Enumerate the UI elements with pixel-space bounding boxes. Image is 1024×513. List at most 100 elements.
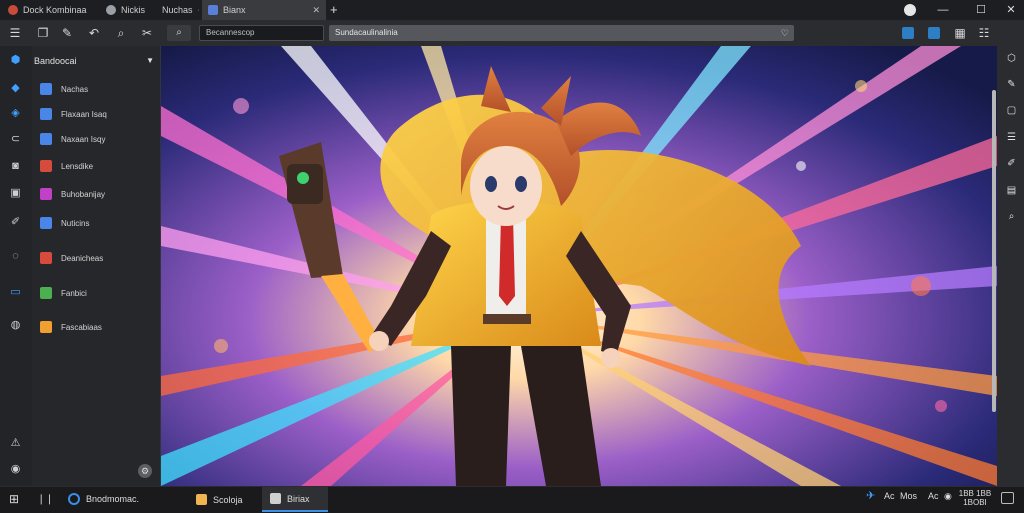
sidebar-item[interactable]: Fascabiaas [40, 320, 102, 334]
link-icon[interactable]: ⊂ [8, 133, 23, 146]
menu-icon[interactable]: ☷ [977, 26, 991, 40]
close-window-button[interactable]: ✕ [1000, 0, 1022, 20]
edit-icon[interactable]: ✐ [1005, 157, 1018, 170]
settings-icon[interactable]: ◉ [8, 463, 23, 476]
volume-icon[interactable]: ◉ [944, 491, 952, 502]
globe-icon[interactable]: ◍ [8, 319, 23, 332]
address-bar[interactable]: Sundacaulinalinia ♡ [329, 25, 794, 41]
clock-time: 1BB 1BB [958, 489, 992, 498]
tab-1[interactable]: Dock Kombinaa [2, 0, 94, 20]
hexagon-icon[interactable]: ⬡ [1005, 52, 1018, 65]
anime-illustration [161, 46, 997, 486]
item-icon [40, 133, 52, 145]
panel-title: Bandoocai [34, 56, 77, 66]
item-icon [40, 108, 52, 120]
sidebar-toggle-icon[interactable]: ☰ [8, 26, 22, 40]
shield-icon[interactable]: ♡ [781, 25, 789, 41]
tab-label: Nickis [121, 5, 145, 15]
item-icon [40, 321, 52, 333]
taskbar-search[interactable]: Bnodmomac. [68, 490, 139, 508]
tab-label: Bianx [223, 5, 246, 15]
tray-label-2[interactable]: Mos [900, 491, 917, 501]
side-panel: Bandoocai ▼ Nachas Flaxaan Isaq Naxaan I… [32, 46, 161, 486]
sidebar-item-label: Naxaan Isqy [61, 134, 106, 144]
file-icon[interactable]: ▤ [1005, 184, 1018, 197]
maximize-button[interactable]: ☐ [970, 0, 992, 20]
item-icon [40, 160, 52, 172]
account-icon[interactable] [902, 27, 914, 39]
sidebar-item-label: Flaxaan Isaq [61, 109, 107, 119]
taskbar-search-label: Bnodmomac. [86, 494, 140, 504]
tab-favicon-icon [106, 5, 116, 15]
sidebar-item[interactable]: Lensdike [40, 159, 93, 173]
taskbar-app-2[interactable]: Biriax [262, 487, 328, 512]
search-side-icon[interactable]: ⌕ [1005, 210, 1018, 223]
sidebar-item-label: Buhobanijay [61, 189, 106, 199]
item-icon [40, 83, 52, 95]
camera-icon[interactable]: ◙ [8, 160, 23, 173]
task-view-button[interactable]: ❘❘ [37, 490, 54, 508]
chevron-down-icon[interactable]: ▼ [146, 52, 154, 70]
cube-icon[interactable]: ◈ [8, 107, 23, 120]
extension-icon[interactable]: ✎ [60, 26, 74, 40]
sidebar-item[interactable]: Fanbici [40, 286, 87, 300]
tab-favicon-icon [208, 5, 218, 15]
taskbar-app-1[interactable]: Scoloja [188, 487, 258, 512]
photo-icon[interactable]: ▣ [8, 187, 23, 200]
sidebar-item-label: Nachas [61, 84, 89, 94]
browser-icon [68, 493, 80, 505]
taskbar-app-label: Scoloja [213, 494, 243, 505]
folder-icon[interactable]: ▭ [8, 286, 23, 299]
tab-dot-icon: · [197, 6, 200, 14]
panel-settings-icon[interactable]: ⚙ [138, 464, 152, 478]
grid-icon[interactable]: ▦ [953, 26, 967, 40]
page-viewport[interactable] [161, 46, 997, 486]
sidebar-item-label: Nuticins [61, 218, 90, 228]
app-icon [196, 494, 207, 505]
bookmark-icon[interactable]: ❐ [36, 26, 50, 40]
address-prefix-icon[interactable]: ⌕ [167, 25, 191, 41]
tray-label-3[interactable]: Ac [928, 491, 939, 501]
new-tab-button[interactable]: + [330, 0, 338, 20]
item-icon [40, 287, 52, 299]
list-icon[interactable]: ☰ [1005, 131, 1018, 144]
home-icon[interactable]: ⬢ [8, 54, 23, 67]
tab-4-active[interactable]: Bianx ✕ [202, 0, 326, 20]
network-icon[interactable]: ✈ [866, 489, 875, 502]
sidebar-item[interactable]: Flaxaan Isaq [40, 107, 107, 121]
clock[interactable]: 1BB 1BB 1BOBI [958, 489, 992, 507]
profile-avatar-icon[interactable] [904, 4, 916, 16]
close-tab-icon[interactable]: ✕ [312, 5, 320, 16]
tab-2[interactable]: Nickis [100, 0, 154, 20]
diamond-icon[interactable]: ◆ [8, 82, 23, 95]
clock-date: 1BOBI [963, 498, 987, 507]
tab-favicon-icon [8, 5, 18, 15]
sidebar-item[interactable]: Deanicheas [40, 251, 103, 265]
notification-icon[interactable] [1001, 492, 1014, 504]
tab-label: Nuchas [162, 5, 193, 15]
tray-label-1[interactable]: Ac [884, 491, 895, 501]
tools-icon[interactable]: ✂ [140, 26, 154, 40]
minimize-button[interactable]: — [932, 0, 954, 20]
back-icon[interactable]: ↶ [87, 26, 101, 40]
item-icon [40, 188, 52, 200]
sidebar-item[interactable]: Nachas [40, 82, 88, 96]
tab-3[interactable]: Nuchas · [156, 0, 200, 20]
sidebar-item[interactable]: Nuticins [40, 216, 89, 230]
sidebar-item[interactable]: Naxaan Isqy [40, 132, 105, 146]
shield-outline-icon[interactable]: ◌ [8, 250, 23, 263]
start-button[interactable]: ⊞ [9, 490, 19, 508]
note-icon[interactable]: ▢ [1005, 104, 1018, 117]
sidebar-item[interactable]: Buhobanijay [40, 187, 105, 201]
panel-header[interactable]: Bandoocai ▼ [32, 52, 162, 70]
app-icon [270, 493, 281, 504]
alert-icon[interactable]: ⚠ [8, 437, 23, 450]
pen-icon[interactable]: ✐ [8, 216, 23, 229]
windows-icon: ⊞ [9, 492, 20, 506]
search-icon[interactable]: ⌕ [114, 26, 128, 40]
download-icon[interactable] [928, 27, 940, 39]
address-field-left[interactable]: Becannescop [199, 25, 324, 41]
draw-icon[interactable]: ✎ [1005, 78, 1018, 91]
taskbar-app-label: Biriax [287, 493, 310, 504]
vertical-scrollbar[interactable] [992, 90, 996, 412]
